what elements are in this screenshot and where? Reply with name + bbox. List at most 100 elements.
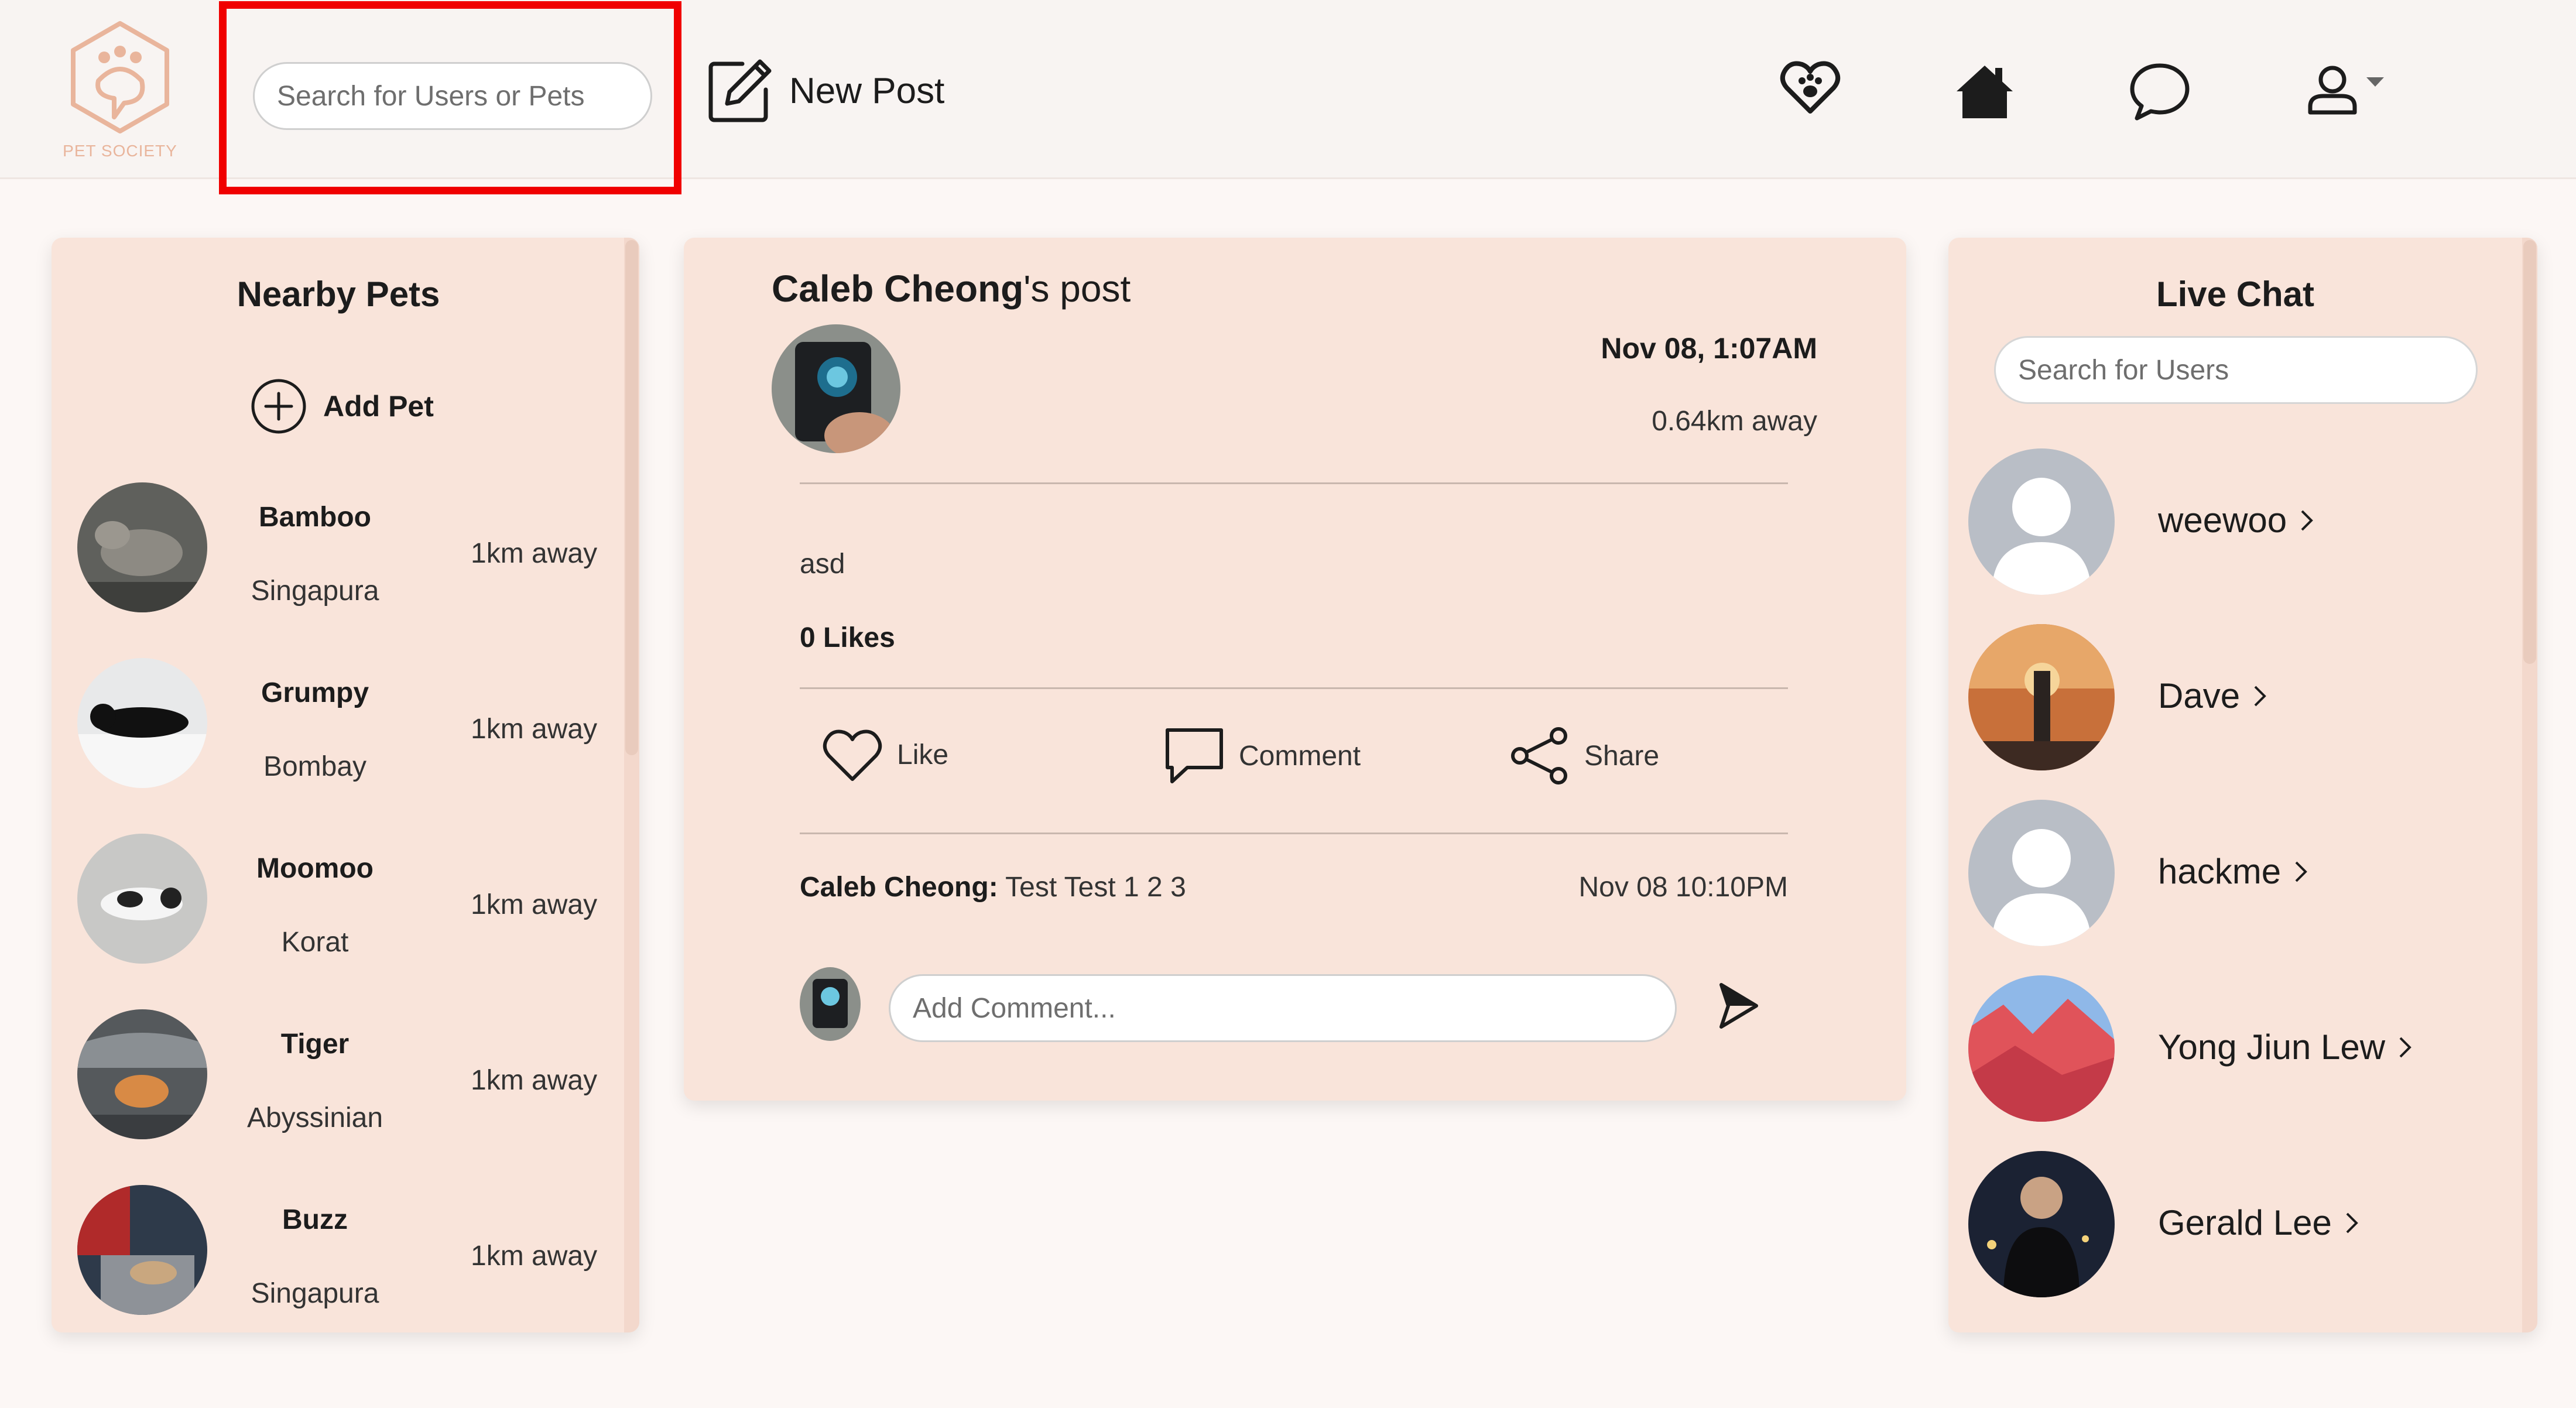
chevron-right-icon xyxy=(2301,510,2313,530)
likes-count: 0 Likes xyxy=(800,622,895,653)
divider xyxy=(800,833,1788,834)
logo-text: PET SOCIETY xyxy=(63,142,177,160)
like-button[interactable]: Like xyxy=(822,727,948,783)
chat-user-name: weewoo xyxy=(2158,500,2314,540)
send-icon[interactable] xyxy=(1718,981,1760,1030)
pet-name: Bamboo xyxy=(259,502,371,533)
add-pet-label: Add Pet xyxy=(323,390,434,423)
edit-icon xyxy=(708,59,772,122)
pet-distance: 1km away xyxy=(471,889,598,920)
pet-breed: Abyssinian xyxy=(246,1102,383,1133)
caret-down-icon xyxy=(2366,77,2384,87)
chat-user-item[interactable]: Yong Jiun Lew xyxy=(1948,975,2522,1139)
like-label: Like xyxy=(897,739,949,770)
pet-breed: Singapura xyxy=(251,575,379,607)
home-icon[interactable] xyxy=(1955,63,2014,119)
chat-user-item[interactable]: weewoo xyxy=(1948,448,2522,612)
pet-avatar xyxy=(77,658,207,788)
pet-avatar xyxy=(77,482,207,612)
post-title-suffix: 's post xyxy=(1023,268,1131,310)
pet-avatar xyxy=(77,834,207,964)
current-user-avatar xyxy=(800,967,861,1041)
chat-user-name: hackme xyxy=(2158,851,2308,892)
pet-distance: 1km away xyxy=(471,1241,598,1272)
divider xyxy=(800,482,1788,484)
post-author-avatar[interactable] xyxy=(772,324,900,453)
pet-name: Grumpy xyxy=(261,677,369,708)
post-title: Caleb Cheong's post xyxy=(772,267,1131,310)
scrollbar[interactable] xyxy=(2522,238,2537,1332)
divider xyxy=(800,687,1788,689)
pet-name: Buzz xyxy=(282,1204,348,1235)
scrollbar-thumb[interactable] xyxy=(2523,240,2536,664)
pet-item[interactable]: Moomoo Korat 1km away xyxy=(52,834,625,1009)
pet-distance: 1km away xyxy=(471,538,598,569)
chat-user-label: Gerald Lee xyxy=(2158,1203,2332,1242)
chevron-right-icon xyxy=(2295,861,2307,882)
scrollbar-thumb[interactable] xyxy=(625,240,638,755)
comment-time: Nov 08 10:10PM xyxy=(1578,872,1788,903)
comment-text: Test Test 1 2 3 xyxy=(1005,872,1186,903)
comment-icon xyxy=(1166,728,1223,783)
pet-distance: 1km away xyxy=(471,1065,598,1096)
default-avatar xyxy=(1968,800,2115,946)
chevron-right-icon xyxy=(2399,1037,2411,1057)
chat-user-name: Dave xyxy=(2158,676,2267,716)
chat-user-item[interactable]: Dave xyxy=(1948,624,2522,788)
pet-avatar xyxy=(77,1185,207,1315)
post-distance: 0.64km away xyxy=(1652,406,1817,437)
search-users-input[interactable] xyxy=(1994,336,2478,404)
heart-icon xyxy=(823,729,882,781)
comment-author[interactable]: Caleb Cheong: xyxy=(800,872,998,903)
add-comment-input[interactable] xyxy=(889,974,1677,1042)
user-icon xyxy=(2308,66,2357,115)
paw-heart-icon[interactable] xyxy=(1780,59,1841,117)
pet-society-logo[interactable] xyxy=(59,16,181,163)
chat-user-label: Dave xyxy=(2158,676,2241,715)
chat-user-label: Yong Jiun Lew xyxy=(2158,1027,2386,1067)
share-button[interactable]: Share xyxy=(1509,727,1659,785)
pet-name: Moomoo xyxy=(256,853,374,884)
live-chat-panel: Live Chat weewoo Dave hackme xyxy=(1948,238,2537,1332)
post-body: asd xyxy=(800,549,845,580)
comment-label: Comment xyxy=(1239,740,1361,772)
post-date: Nov 08, 1:07AM xyxy=(1601,332,1817,365)
pet-item[interactable]: Buzz Singapura 1km away xyxy=(52,1185,625,1332)
user-menu[interactable] xyxy=(2307,64,2385,115)
chevron-right-icon xyxy=(2254,686,2266,706)
chat-user-name: Yong Jiun Lew xyxy=(2158,1027,2412,1067)
chat-user-label: weewoo xyxy=(2158,501,2287,540)
highlight-box xyxy=(219,1,681,194)
pet-distance: 1km away xyxy=(471,714,598,745)
live-chat-title: Live Chat xyxy=(2156,275,2315,314)
nearby-pets-panel: Nearby Pets Add Pet Bamboo Singapura 1km… xyxy=(52,238,639,1332)
new-post-button[interactable]: New Post xyxy=(706,53,944,129)
chat-user-item[interactable]: hackme xyxy=(1948,800,2522,964)
user-avatar xyxy=(1968,1151,2115,1297)
pet-breed: Singapura xyxy=(251,1278,379,1309)
comment-button[interactable]: Comment xyxy=(1164,727,1361,785)
comment-entry: Caleb Cheong: Test Test 1 2 3 xyxy=(800,871,1186,903)
chat-user-label: hackme xyxy=(2158,852,2282,891)
chat-user-item[interactable]: Gerald Lee xyxy=(1948,1151,2522,1315)
scrollbar[interactable] xyxy=(624,238,639,1332)
pet-item[interactable]: Bamboo Singapura 1km away xyxy=(52,482,625,658)
post-author[interactable]: Caleb Cheong xyxy=(772,268,1023,310)
share-icon xyxy=(1511,727,1567,784)
pet-breed: Bombay xyxy=(263,751,367,782)
default-avatar xyxy=(1968,448,2115,595)
chevron-right-icon xyxy=(2346,1212,2358,1233)
chat-bubble-icon[interactable] xyxy=(2129,62,2191,121)
plus-circle-icon xyxy=(251,379,306,434)
nearby-pets-title: Nearby Pets xyxy=(237,275,440,314)
share-label: Share xyxy=(1584,740,1660,772)
pet-name: Tiger xyxy=(280,1029,350,1060)
new-post-label: New Post xyxy=(789,70,945,111)
pet-item[interactable]: Grumpy Bombay 1km away xyxy=(52,658,625,834)
post-card: Caleb Cheong's post Nov 08, 1:07AM 0.64k… xyxy=(684,238,1906,1101)
add-pet-button[interactable]: Add Pet xyxy=(251,378,434,434)
chat-user-name: Gerald Lee xyxy=(2158,1203,2359,1243)
pet-breed: Korat xyxy=(281,927,349,958)
pet-item[interactable]: Tiger Abyssinian 1km away xyxy=(52,1009,625,1185)
pet-avatar xyxy=(77,1009,207,1139)
